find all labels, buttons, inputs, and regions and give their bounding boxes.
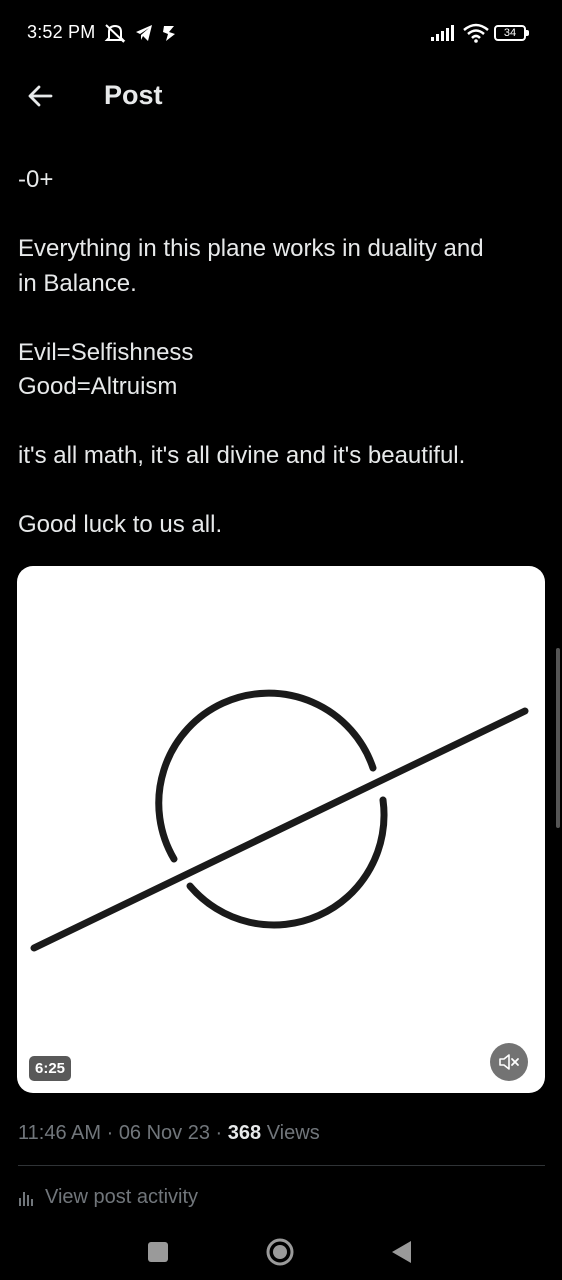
system-back-button[interactable] xyxy=(382,1232,422,1272)
video-duration: 6:25 xyxy=(29,1056,72,1081)
post-paragraph: Everything in this plane works in dualit… xyxy=(18,232,548,301)
post-line: Everything in this plane works in dualit… xyxy=(18,235,484,262)
views-label: Views xyxy=(266,1122,320,1144)
meta-separator: · xyxy=(101,1122,119,1144)
post-line: in Balance. xyxy=(18,269,137,297)
post-paragraph: -0+ xyxy=(18,163,548,198)
post-paragraph: Good luck to us all. xyxy=(18,508,548,543)
view-post-activity-link[interactable]: View post activity xyxy=(18,1186,198,1209)
arrow-left-icon xyxy=(28,85,53,107)
post-line: Good=Altruism xyxy=(18,373,178,400)
post-line: it's all math, it's all divine and it's … xyxy=(18,442,466,469)
mute-button[interactable] xyxy=(490,1043,528,1081)
views-count: 368 xyxy=(227,1122,262,1144)
post-paragraph: Evil=Selfishness Good=Altruism xyxy=(18,336,548,405)
post-line: Good luck to us all. xyxy=(18,511,223,538)
post-text: -0+ Everything in this plane works in du… xyxy=(18,163,548,543)
scrollbar[interactable] xyxy=(556,648,560,828)
home-button[interactable] xyxy=(260,1232,300,1272)
view-post-activity-label: View post activity xyxy=(45,1186,199,1208)
divider xyxy=(18,1165,545,1166)
post-date[interactable]: 06 Nov 23 xyxy=(119,1122,210,1144)
signal-icon xyxy=(430,24,456,46)
page-title: Post xyxy=(104,80,163,110)
post-line: Evil=Selfishness xyxy=(18,338,194,366)
back-triangle-icon xyxy=(392,1241,411,1263)
recents-square-icon xyxy=(148,1242,168,1262)
duality-symbol-image xyxy=(30,689,529,952)
app-header: Post xyxy=(0,64,562,128)
do-not-disturb-icon xyxy=(103,22,127,44)
telegram-icon xyxy=(134,22,154,44)
system-nav-bar xyxy=(0,1222,562,1280)
post-meta: 11:46 AM · 06 Nov 23 · 368 Views xyxy=(18,1122,320,1145)
notification-icon xyxy=(160,22,178,44)
recents-button[interactable] xyxy=(138,1232,178,1272)
home-circle-icon xyxy=(266,1238,294,1266)
battery-icon: 34 xyxy=(494,25,529,41)
status-time: 3:52 PM xyxy=(27,22,96,42)
post-line: -0+ xyxy=(18,166,54,193)
status-bar: 3:52 PM 34 xyxy=(0,0,562,64)
post-video[interactable]: 6:25 xyxy=(17,566,545,1093)
post-paragraph: it's all math, it's all divine and it's … xyxy=(18,439,548,474)
speaker-muted-icon xyxy=(499,1054,519,1070)
back-button[interactable] xyxy=(22,78,58,114)
bar-chart-icon xyxy=(18,1189,35,1207)
wifi-icon xyxy=(463,23,489,45)
post-time: 11:46 AM xyxy=(18,1122,102,1144)
meta-separator: · xyxy=(209,1122,228,1144)
